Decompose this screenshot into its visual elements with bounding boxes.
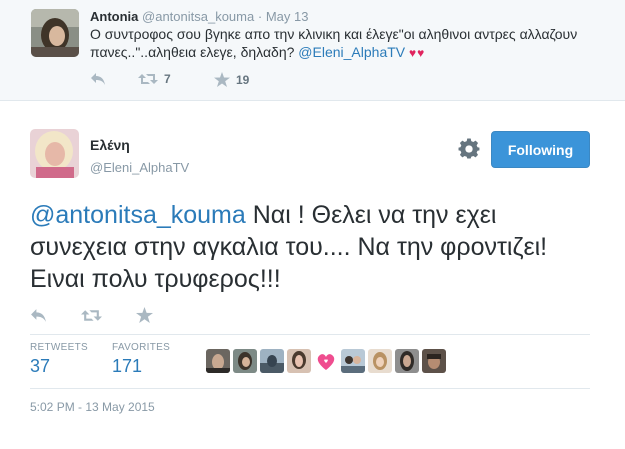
avatar[interactable] [395, 349, 419, 373]
avatar[interactable] [233, 349, 257, 373]
tweet-timestamp[interactable]: 5:02 PM - 13 May 2015 [30, 400, 155, 414]
hearts-emoji: ♥♥ [409, 46, 426, 60]
author-avatar[interactable] [30, 129, 79, 178]
retweets-count[interactable]: 37 [30, 356, 50, 377]
parent-favorite-count: 19 [236, 72, 250, 87]
favorite-button[interactable] [136, 307, 153, 323]
tweet-mention[interactable]: @antonitsa_kouma [30, 201, 246, 229]
avatar[interactable] [422, 349, 446, 373]
divider [30, 388, 590, 389]
reply-icon [91, 73, 105, 85]
svg-text:♥: ♥ [324, 359, 329, 365]
parent-avatar[interactable] [31, 9, 79, 57]
author-name[interactable]: Ελένη [90, 137, 130, 153]
avatar[interactable] [206, 349, 230, 373]
favorites-count[interactable]: 171 [112, 356, 142, 377]
tweet-actions [30, 306, 230, 326]
reply-icon [31, 309, 46, 322]
favorites-label[interactable]: FAVORITES [112, 342, 170, 353]
separator-dot: · [257, 9, 263, 24]
gear-icon[interactable] [458, 138, 480, 160]
star-icon [136, 307, 153, 323]
avatar[interactable] [341, 349, 365, 373]
parent-tweet-text: Ο συντροφος σου βγηκε απο την κλινικη κα… [90, 25, 610, 62]
tweet-text: @antonitsa_kouma Ναι ! Θελει να την εχει… [30, 199, 590, 295]
parent-favorite-button[interactable]: 19 [214, 72, 249, 87]
parent-retweet-count: 7 [164, 72, 171, 86]
parent-retweet-button[interactable]: 7 [138, 72, 171, 86]
following-button[interactable]: Following [491, 131, 590, 168]
avatar[interactable] [287, 349, 311, 373]
reply-button[interactable] [30, 308, 47, 323]
author-handle[interactable]: @Eleni_AlphaTV [90, 160, 189, 175]
avatar[interactable]: ♥ [314, 349, 338, 373]
retweets-label[interactable]: RETWEETS [30, 342, 88, 353]
retweet-icon [138, 74, 158, 84]
favoriters-avatars: ♥ [206, 349, 446, 373]
parent-tweet-mention[interactable]: @Eleni_AlphaTV [298, 44, 405, 60]
avatar[interactable] [368, 349, 392, 373]
retweet-button[interactable] [81, 308, 102, 323]
parent-author-name[interactable]: Antonia [90, 9, 138, 24]
parent-tweet[interactable]: Antonia @antonitsa_kouma · May 13 Ο συντ… [0, 0, 625, 101]
parent-tweet-header: Antonia @antonitsa_kouma · May 13 [90, 9, 308, 24]
divider [30, 334, 590, 335]
parent-reply-button[interactable] [90, 72, 106, 86]
parent-tweet-time[interactable]: May 13 [266, 9, 309, 24]
parent-author-handle[interactable]: @antonitsa_kouma [142, 9, 254, 24]
star-icon [214, 72, 230, 87]
avatar[interactable] [260, 349, 284, 373]
retweet-icon [81, 310, 102, 321]
